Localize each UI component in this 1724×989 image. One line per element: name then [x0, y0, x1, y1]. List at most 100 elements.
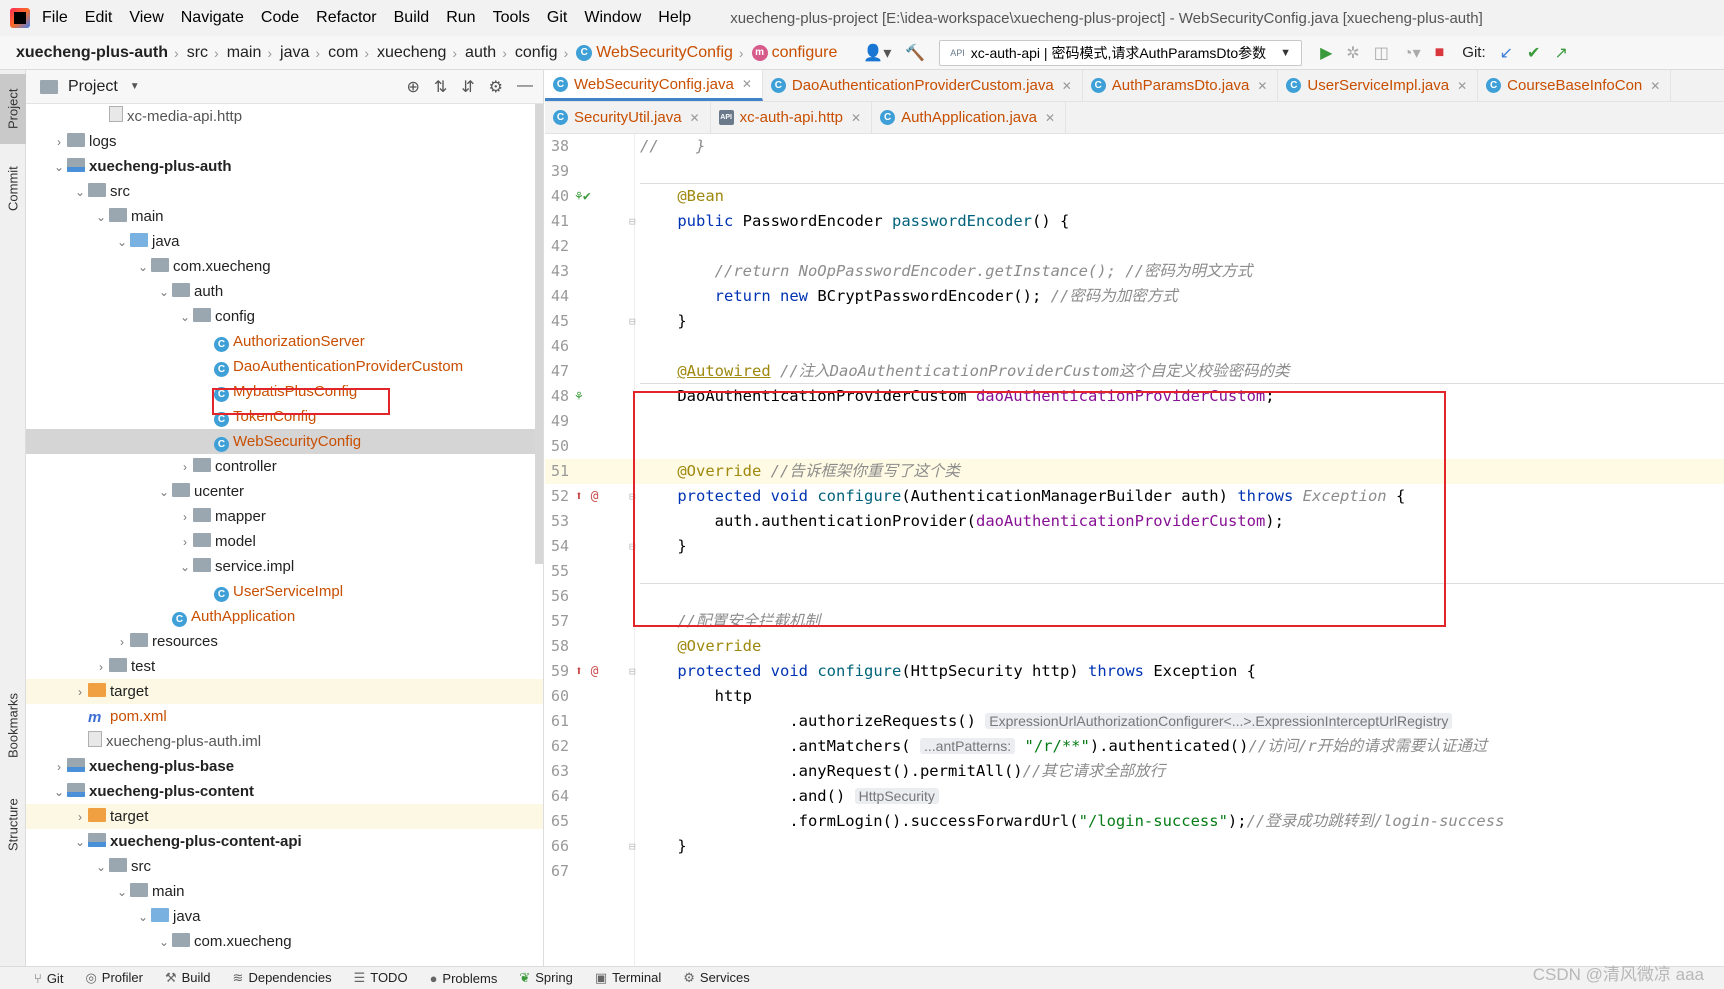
tree-item[interactable]: ⌄ xuecheng-plus-auth — [26, 154, 543, 179]
stripe-tab-bookmarks[interactable]: Bookmarks — [0, 680, 26, 770]
chevron-down-icon[interactable]: ⌄ — [114, 880, 130, 905]
code-line[interactable]: 62 .antMatchers( ...antPatterns: "/r/**"… — [545, 734, 1724, 759]
breadcrumb-config[interactable]: config — [507, 44, 558, 62]
expand-all-icon[interactable]: ⇅ — [434, 77, 447, 97]
editor-tab[interactable]: C DaoAuthenticationProviderCustom.java ✕ — [763, 70, 1083, 101]
profile-icon[interactable]: ◔▾ — [1403, 43, 1421, 63]
menu-run[interactable]: Run — [446, 9, 475, 27]
bottom-tab-git[interactable]: ⑂ Git — [34, 971, 63, 986]
bottom-tab-profiler[interactable]: ◎ Profiler — [85, 970, 143, 986]
chevron-down-icon[interactable]: ⌄ — [93, 855, 109, 880]
chevron-down-icon[interactable]: ⌄ — [72, 180, 88, 205]
code-line[interactable]: 46 — [545, 334, 1724, 359]
menu-tools[interactable]: Tools — [493, 9, 530, 27]
tree-item[interactable]: ⌄ auth — [26, 279, 543, 304]
stripe-tab-project[interactable]: Project — [0, 74, 26, 144]
menu-window[interactable]: Window — [584, 9, 641, 27]
chevron-down-icon[interactable]: ⌄ — [156, 280, 172, 305]
debug-icon[interactable]: ✲ — [1346, 43, 1359, 63]
code-line[interactable]: 64 .and() HttpSecurity — [545, 784, 1724, 809]
code-line[interactable]: 44 return new BCryptPasswordEncoder(); /… — [545, 284, 1724, 309]
code-line[interactable]: 48 ⚘ DaoAuthenticationProviderCustom daoA… — [545, 384, 1724, 409]
menu-git[interactable]: Git — [547, 9, 567, 27]
tree-item[interactable]: C WebSecurityConfig — [26, 429, 543, 454]
menu-view[interactable]: View — [129, 9, 163, 27]
close-icon[interactable]: ✕ — [1457, 79, 1467, 93]
code-line[interactable]: 55 — [545, 559, 1724, 584]
chevron-right-icon[interactable]: › — [51, 755, 67, 780]
code-line[interactable]: 67 — [545, 859, 1724, 884]
breadcrumb-xuecheng[interactable]: xuecheng — [369, 44, 446, 62]
git-push-icon[interactable]: ↗ — [1554, 43, 1567, 63]
tree-item[interactable]: › xuecheng-plus-base — [26, 754, 543, 779]
spring-bean-icon[interactable]: ⚘✔ — [575, 184, 591, 209]
tree-item[interactable]: C AuthorizationServer — [26, 329, 543, 354]
close-icon[interactable]: ✕ — [1650, 79, 1660, 93]
chevron-right-icon[interactable]: › — [72, 680, 88, 705]
bottom-tab-todo[interactable]: ☰ TODO — [354, 970, 408, 986]
tree-item[interactable]: C DaoAuthenticationProviderCustom — [26, 354, 543, 379]
stop-icon[interactable]: ■ — [1435, 44, 1445, 62]
code-line[interactable]: 39 — [545, 159, 1724, 184]
code-line[interactable]: 51 @Override //告诉框架你重写了这个类 — [545, 459, 1724, 484]
tree-item[interactable]: › test — [26, 654, 543, 679]
chevron-down-icon[interactable]: ⌄ — [156, 480, 172, 505]
minimize-icon[interactable]: — — [517, 77, 533, 97]
tree-item[interactable]: ⌄ xuecheng-plus-content-api — [26, 829, 543, 854]
chevron-down-icon[interactable]: ⌄ — [51, 780, 67, 805]
code-line[interactable]: 47 @Autowired //注入DaoAuthenticationProvi… — [545, 359, 1724, 384]
locate-file-icon[interactable]: ⊕ — [406, 77, 419, 97]
override-marker-icon[interactable]: ⬆ @ — [575, 659, 598, 684]
code-line[interactable]: 38 // } — [545, 134, 1724, 159]
menu-file[interactable]: File — [42, 9, 68, 27]
bottom-tab-dependencies[interactable]: ≋ Dependencies — [233, 970, 332, 986]
tree-item[interactable]: › mapper — [26, 504, 543, 529]
code-line[interactable]: 56 — [545, 584, 1724, 609]
menu-refactor[interactable]: Refactor — [316, 9, 376, 27]
tree-item[interactable]: ⌄ service.impl — [26, 554, 543, 579]
chevron-down-icon[interactable]: ▼ — [130, 81, 140, 92]
tree-scrollbar[interactable] — [535, 104, 543, 564]
fold-marker-icon[interactable]: ⊟ — [629, 209, 636, 234]
code-line[interactable]: 45 ⊟ } — [545, 309, 1724, 334]
tree-item[interactable]: › logs — [26, 129, 543, 154]
code-line[interactable]: 57 //配置安全拦截机制 — [545, 609, 1724, 634]
tree-item[interactable]: ⌄ main — [26, 204, 543, 229]
tree-item[interactable]: › model — [26, 529, 543, 554]
code-line[interactable]: 58 @Override — [545, 634, 1724, 659]
fold-marker-icon[interactable]: ⊟ — [629, 484, 636, 509]
menu-edit[interactable]: Edit — [85, 9, 113, 27]
tree-item[interactable]: m pom.xml — [26, 704, 543, 729]
chevron-down-icon[interactable]: ⌄ — [93, 205, 109, 230]
override-marker-icon[interactable]: ⬆ @ — [575, 484, 598, 509]
chevron-right-icon[interactable]: › — [177, 530, 193, 555]
bottom-tab-spring[interactable]: ❦ Spring — [519, 970, 572, 986]
editor-tab[interactable]: API xc-auth-api.http ✕ — [711, 102, 873, 133]
editor-tab[interactable]: C SecurityUtil.java ✕ — [545, 102, 711, 133]
chevron-right-icon[interactable]: › — [72, 805, 88, 830]
code-line[interactable]: 52 ⬆ @ ⊟ protected void configure(Authenti… — [545, 484, 1724, 509]
code-line[interactable]: 65 .formLogin().successForwardUrl("/logi… — [545, 809, 1724, 834]
code-line[interactable]: 60 http — [545, 684, 1724, 709]
collapse-all-icon[interactable]: ⇵ — [461, 77, 474, 97]
tree-item[interactable]: C MybatisPlusConfig — [26, 379, 543, 404]
git-commit-icon[interactable]: ✔ — [1527, 43, 1540, 63]
code-editor[interactable]: 38 // } 39 40 ⚘✔ @Bean 41 ⊟ public PasswordEnc… — [545, 134, 1724, 966]
code-line[interactable]: 49 — [545, 409, 1724, 434]
run-icon[interactable]: ▶ — [1320, 43, 1332, 63]
stripe-tab-commit[interactable]: Commit — [0, 154, 26, 224]
user-icon[interactable]: 👤▾ — [863, 43, 891, 63]
code-line[interactable]: 61 .authorizeRequests() ExpressionUrlAut… — [545, 709, 1724, 734]
editor-tab[interactable]: C CourseBaseInfoCon ✕ — [1478, 70, 1672, 101]
code-line[interactable]: 42 — [545, 234, 1724, 259]
editor-tab[interactable]: C WebSecurityConfig.java ✕ — [545, 70, 763, 101]
tree-item[interactable]: ⌄ java — [26, 904, 543, 929]
menu-build[interactable]: Build — [394, 9, 430, 27]
code-line[interactable]: 54 ⊟ } — [545, 534, 1724, 559]
chevron-down-icon[interactable]: ⌄ — [135, 905, 151, 930]
tree-item[interactable]: › resources — [26, 629, 543, 654]
chevron-right-icon[interactable]: › — [177, 505, 193, 530]
tree-item[interactable]: ⌄ src — [26, 854, 543, 879]
close-icon[interactable]: ✕ — [1062, 79, 1072, 93]
code-line[interactable]: 53 auth.authenticationProvider(daoAuthen… — [545, 509, 1724, 534]
